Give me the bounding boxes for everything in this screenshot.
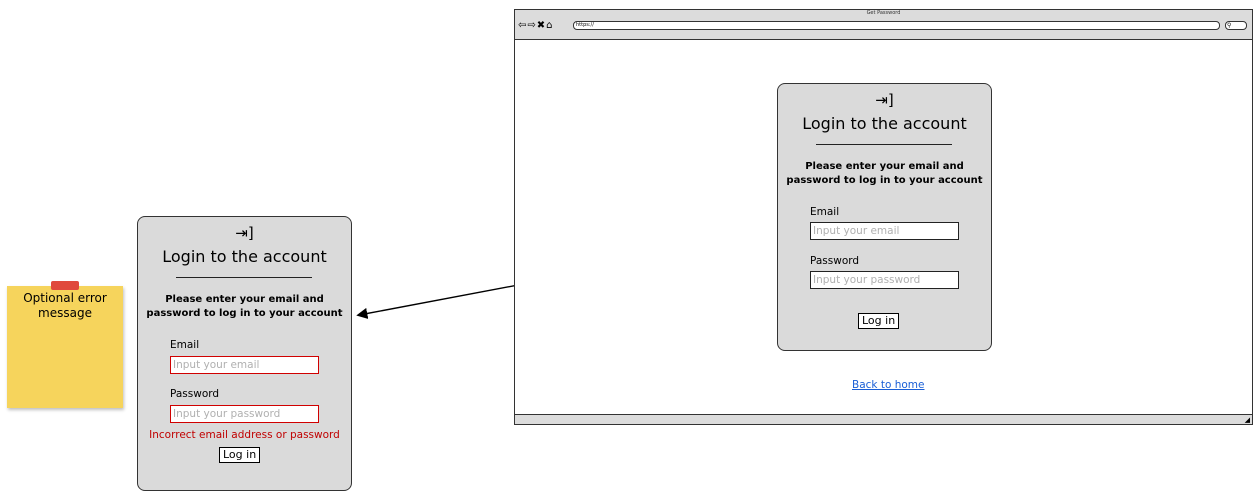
email-label: Email (810, 206, 840, 218)
browser-nav: ⇦⇨✖⌂ (518, 20, 554, 31)
forward-arrow-icon[interactable]: ⇨ (527, 20, 536, 31)
close-icon[interactable]: ✖ (537, 20, 546, 31)
back-arrow-icon[interactable]: ⇦ (518, 20, 527, 31)
url-bar[interactable]: https:// (573, 21, 1220, 30)
login-card: ⇥] Login to the account Please enter you… (777, 83, 992, 351)
back-to-home-link[interactable]: Back to home (852, 379, 924, 391)
search-button[interactable]: ⚲ (1225, 21, 1247, 30)
search-icon: ⚲ (1227, 22, 1232, 29)
login-description: Please enter your email and password to … (786, 161, 983, 186)
resize-handle-icon[interactable]: ◢ (1245, 416, 1250, 424)
login-button[interactable]: Log in (858, 313, 900, 329)
password-label: Password (810, 255, 860, 267)
email-input[interactable]: Input your email (810, 222, 959, 240)
home-icon[interactable]: ⌂ (546, 20, 553, 31)
browser-title: Get Password (866, 10, 901, 16)
browser-statusbar: ◢ (515, 414, 1252, 424)
login-icon: ⇥] (875, 91, 894, 109)
title-divider (816, 144, 952, 145)
password-input[interactable]: Input your password (810, 271, 959, 289)
login-title: Login to the account (802, 114, 967, 133)
browser-toolbar: Get Password ⇦⇨✖⌂ https:// ⚲ (515, 10, 1252, 40)
